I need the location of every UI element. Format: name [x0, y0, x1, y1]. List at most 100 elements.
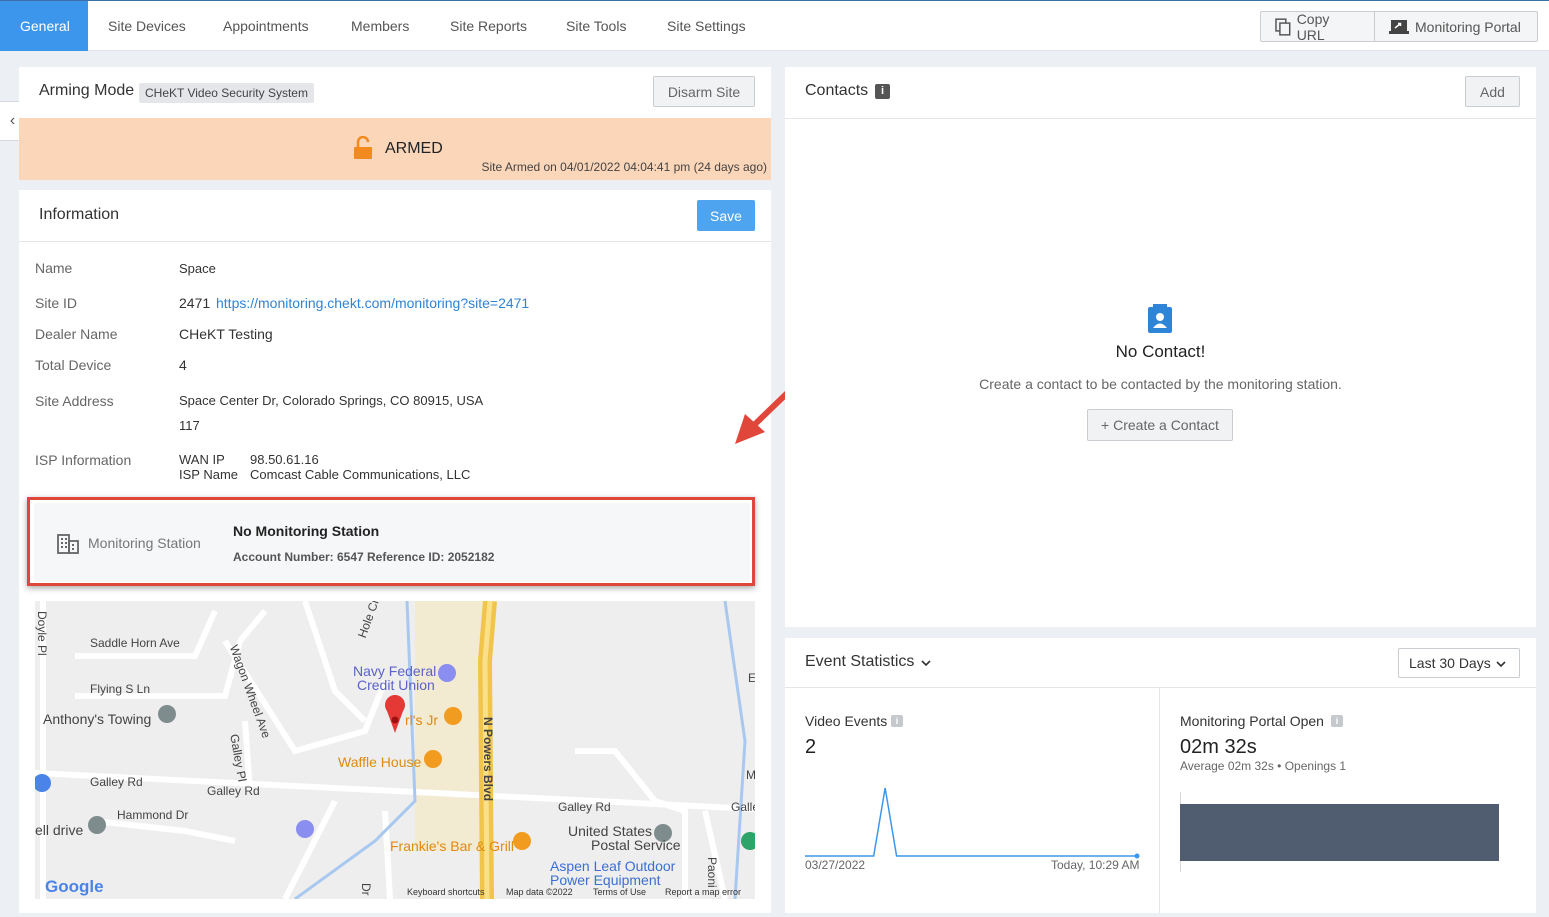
no-contact-title: No Contact!: [1115, 342, 1206, 361]
portal-open-bar: [1180, 804, 1499, 861]
monitoring-portal-label: Monitoring Portal: [1415, 18, 1521, 35]
map-label-galley-rd-2: Galley Rd: [207, 784, 260, 798]
map-label-waffle-house: Waffle House: [338, 754, 422, 770]
tab-members[interactable]: Members: [331, 1, 429, 51]
account-number: Account Number: 6547: [233, 550, 364, 564]
arming-mode-title: Arming Mode: [39, 82, 135, 99]
map-label-paoni: Paoni: [705, 857, 719, 888]
chevron-down-icon[interactable]: [921, 659, 931, 667]
google-logo: Google: [45, 877, 104, 896]
create-contact-button[interactable]: + Create a Contact: [1087, 409, 1233, 441]
tab-site-settings[interactable]: Site Settings: [647, 1, 766, 51]
copy-url-button[interactable]: Copy URL: [1260, 10, 1375, 43]
map-terms-of-use[interactable]: Terms of Use: [593, 887, 646, 897]
map-label-galley-rd-4: Galle: [731, 800, 755, 814]
map-label-usps-2: Postal Service: [591, 837, 681, 853]
map-keyboard-shortcuts[interactable]: Keyboard shortcuts: [407, 887, 485, 897]
site-address-label: Site Address: [35, 393, 114, 409]
top-navigation-bar: General Site Devices Appointments Member…: [0, 0, 1549, 51]
map-label-e-edge: E: [748, 671, 755, 685]
map-label-anthonys-towing: Anthony's Towing: [43, 711, 152, 727]
video-events-series-line: [805, 787, 1137, 857]
video-events-chart: [805, 787, 1140, 859]
date-range-select[interactable]: Last 30 Days: [1398, 648, 1520, 678]
name-value: Space: [179, 261, 216, 276]
total-device-value: 4: [179, 357, 187, 373]
map-label-saddle-horn: Saddle Horn Ave: [90, 636, 180, 650]
dealer-name-label: Dealer Name: [35, 326, 118, 342]
information-title: Information: [39, 206, 120, 223]
chevron-left-icon: ‹: [9, 112, 16, 129]
map-label-carls-jr: rl's Jr: [405, 712, 438, 728]
information-divider: [19, 241, 771, 242]
map-label-frankies: Frankie's Bar & Grill: [390, 838, 515, 854]
lock-open-icon: [354, 136, 372, 159]
save-button[interactable]: Save: [697, 200, 755, 231]
dealer-name-value: CHeKT Testing: [179, 326, 273, 342]
monitoring-portal-button[interactable]: Monitoring Portal: [1374, 11, 1538, 42]
site-id-label: Site ID: [35, 295, 78, 311]
date-range-value: Last 30 Days: [1409, 655, 1491, 671]
portal-icon: [1389, 19, 1409, 34]
system-type-badge: CHeKT Video Security System: [139, 83, 314, 103]
armed-timestamp: Site Armed on 04/01/2022 04:04:41 pm (24…: [481, 160, 767, 174]
map-label-hammond-dr: Hammond Dr: [117, 808, 189, 822]
map-data-credit: Map data ©2022: [506, 887, 573, 897]
video-events-label: Video Events: [805, 713, 888, 729]
map-label-aspen-leaf-2: Power Equipment: [550, 872, 661, 888]
wan-ip-value: 98.50.61.16: [250, 452, 319, 467]
portal-open-sub: Average 02m 32s • Openings 1: [1180, 759, 1347, 773]
map-label-n-powers-blvd: N Powers Blvd: [481, 717, 495, 802]
site-address-line1: Space Center Dr, Colorado Springs, CO 80…: [179, 393, 484, 408]
building-icon: [57, 534, 79, 554]
site-location-map[interactable]: Doyle Pl Saddle Horn Ave Hole Cir Navy F…: [35, 601, 755, 899]
map-label-doyle: Doyle Pl: [35, 611, 49, 656]
disarm-site-button[interactable]: Disarm Site: [653, 76, 755, 107]
monitoring-station-name: No Monitoring Station: [233, 523, 380, 539]
map-label-dr: Dr: [359, 883, 373, 896]
portal-open-info-icon[interactable]: i: [1331, 715, 1343, 727]
chart-start-date: 03/27/2022: [805, 858, 866, 872]
site-id-link[interactable]: https://monitoring.chekt.com/monitoring?…: [216, 295, 529, 311]
isp-name-label: ISP Name: [179, 467, 239, 482]
site-address-line2: 117: [179, 418, 200, 433]
total-device-label: Total Device: [35, 357, 112, 373]
add-contact-button[interactable]: Add: [1465, 76, 1520, 107]
monitoring-station-label: Monitoring Station: [88, 535, 201, 551]
no-contact-text: Create a contact to be contacted by the …: [979, 376, 1342, 392]
contacts-title: Contacts: [805, 82, 869, 99]
map-label-galley-rd-3: Galley Rd: [558, 800, 611, 814]
stats-column-divider: [1159, 688, 1160, 913]
tab-site-reports[interactable]: Site Reports: [430, 1, 547, 51]
portal-open-value: 02m 32s: [1180, 736, 1257, 758]
copy-url-label: Copy URL: [1296, 10, 1330, 43]
tab-general[interactable]: General: [0, 1, 88, 51]
map-label-galley-rd-1: Galley Rd: [90, 775, 143, 789]
event-statistics-divider: [785, 687, 1536, 688]
copy-icon: [1275, 17, 1291, 36]
isp-name-value: Comcast Cable Communications, LLC: [250, 467, 471, 482]
map-label-flying-s: Flying S Ln: [90, 682, 151, 696]
map-label-m-edge: M: [746, 768, 755, 782]
armed-status-text: ARMED: [385, 140, 443, 157]
video-events-info-icon[interactable]: i: [891, 715, 903, 727]
reference-id: Reference ID: 2052182: [367, 550, 495, 564]
name-label: Name: [35, 260, 73, 276]
portal-open-label: Monitoring Portal Open: [1180, 713, 1324, 729]
site-id-value: 2471: [179, 295, 211, 311]
tab-site-devices[interactable]: Site Devices: [88, 1, 206, 51]
map-label-navy-federal-2: Credit Union: [357, 677, 435, 693]
video-events-value: 2: [805, 736, 817, 758]
wan-ip-label: WAN IP: [179, 452, 225, 467]
contacts-info-icon[interactable]: i: [875, 84, 890, 99]
contact-book-icon: [1148, 304, 1172, 333]
contacts-divider: [785, 118, 1536, 119]
chevron-down-icon: [1496, 661, 1506, 668]
event-statistics-title[interactable]: Event Statistics: [805, 653, 914, 671]
chart-end-date: Today, 10:29 AM: [1051, 858, 1140, 872]
map-report-error[interactable]: Report a map error: [665, 887, 741, 897]
map-label-well-drive: ell drive: [35, 822, 84, 838]
tab-appointments[interactable]: Appointments: [203, 1, 329, 51]
tab-site-tools[interactable]: Site Tools: [546, 1, 646, 51]
isp-information-label: ISP Information: [35, 452, 132, 468]
